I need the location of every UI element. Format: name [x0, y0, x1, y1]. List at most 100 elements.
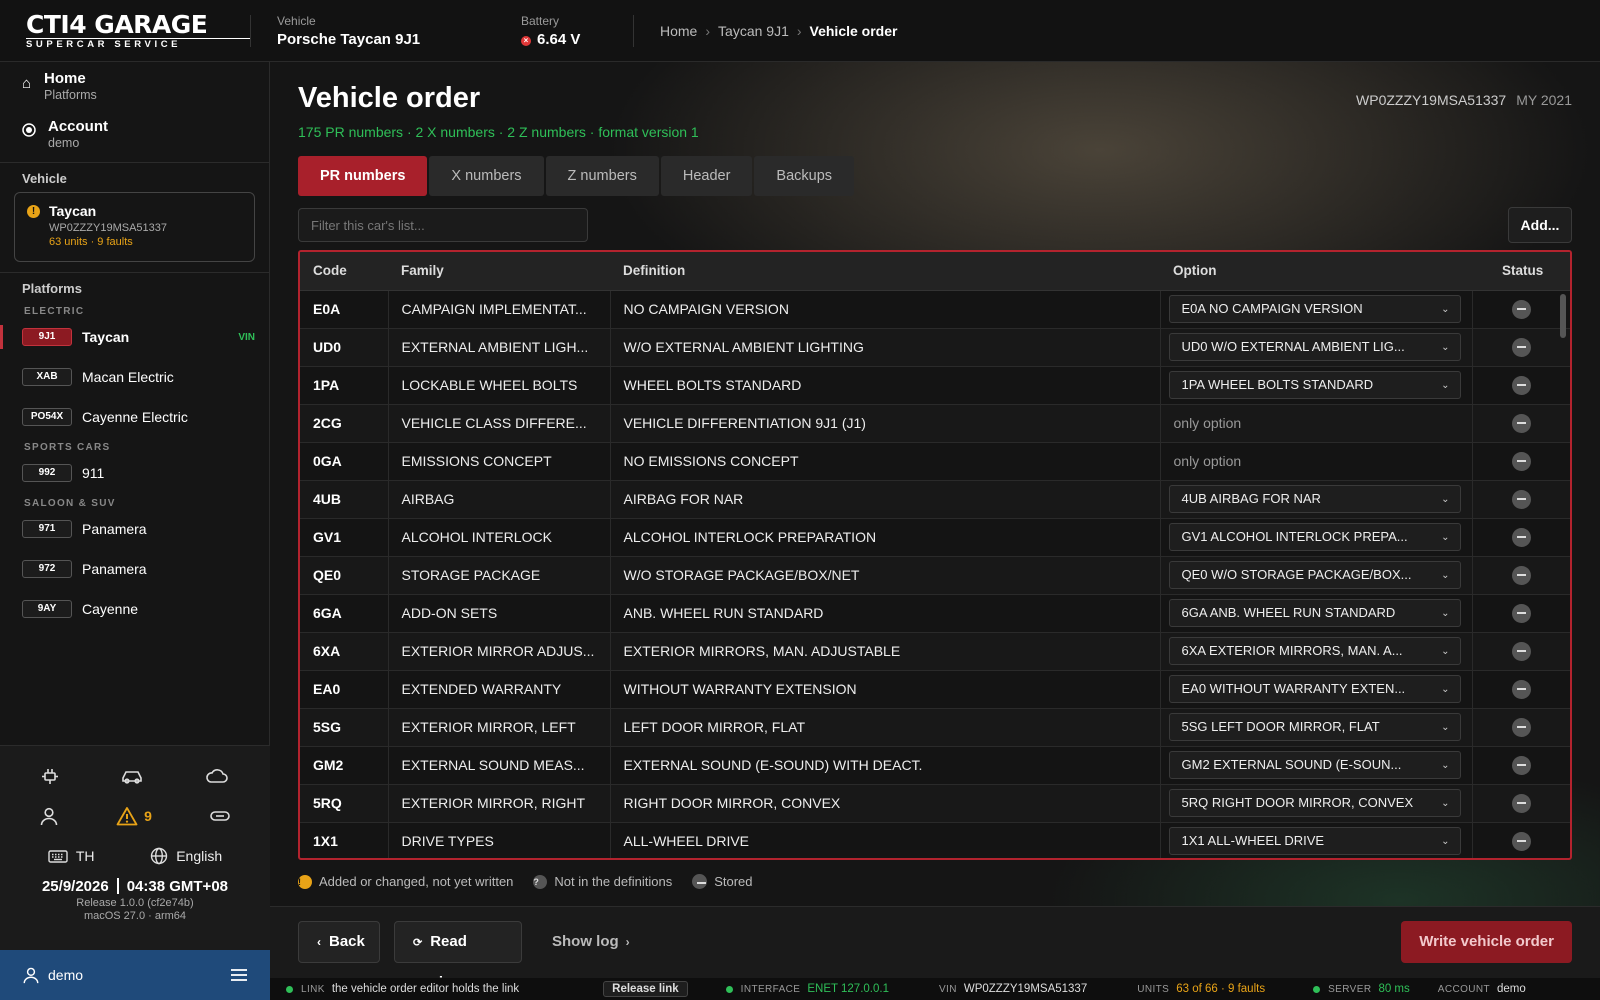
cell-family: ALCOHOL INTERLOCK	[388, 518, 611, 557]
platform-panamera-972[interactable]: 972 Panamera	[0, 549, 269, 589]
user-icon[interactable]	[39, 806, 59, 826]
platform-name: Macan Electric	[82, 369, 174, 385]
table-row[interactable]: 1PA LOCKABLE WHEEL BOLTS WHEEL BOLTS STAND…	[300, 366, 1570, 405]
home-icon: ⌂	[22, 75, 32, 92]
table-row[interactable]: 1X1 DRIVE TYPES ALL-WHEEL DRIVE 1X1 ALL-WHE…	[300, 822, 1570, 858]
globe-icon	[151, 847, 168, 865]
platform-panamera-971[interactable]: 971 Panamera	[0, 509, 269, 549]
vehicle-card[interactable]: ! Taycan WP0ZZZY19MSA51337 63 units · 9 …	[14, 192, 255, 262]
group-label-sports-cars: SPORTS CARS	[24, 442, 111, 453]
only-option-text: only option	[1173, 453, 1242, 469]
chevron-down-icon: ⌄	[1441, 722, 1450, 733]
cell-option: 1PA WHEEL BOLTS STANDARD ⌄	[1160, 366, 1473, 405]
tab-pr-numbers[interactable]: PR numbers	[298, 156, 428, 196]
platform-taycan[interactable]: 9J1 Taycan VIN	[0, 317, 269, 357]
user-bar[interactable]: demo	[0, 950, 270, 1000]
tab-z-numbers[interactable]: Z numbers	[545, 156, 659, 196]
status-account-key: ACCOUNT	[1437, 983, 1491, 995]
cell-family: EMISSIONS CONCEPT	[388, 442, 611, 481]
platform-911[interactable]: 992 911	[0, 453, 269, 493]
table-row[interactable]: UD0 EXTERNAL AMBIENT LIGH... W/O EXTERNAL …	[300, 328, 1570, 367]
table-row[interactable]: GM2 EXTERNAL SOUND MEAS... EXTERNAL SOUND …	[300, 746, 1570, 785]
battery-info: Battery × 6.64 V	[521, 14, 633, 48]
cell-definition: NO EMISSIONS CONCEPT	[610, 442, 1161, 481]
option-select[interactable]: GM2 EXTERNAL SOUND (E-SOUN... ⌄	[1168, 751, 1461, 779]
cell-definition: EXTERIOR MIRRORS, MAN. ADJUSTABLE	[610, 632, 1161, 671]
table-row[interactable]: 6GA ADD-ON SETS ANB. WHEEL RUN STANDARD 6GA…	[300, 594, 1570, 633]
column-header-option[interactable]: Option	[1160, 252, 1472, 291]
option-select[interactable]: EA0 WITHOUT WARRANTY EXTEN... ⌄	[1168, 675, 1461, 703]
option-select[interactable]: 6XA EXTERIOR MIRRORS, MAN. A... ⌄	[1168, 637, 1461, 665]
table-row[interactable]: 5RQ EXTERIOR MIRROR, RIGHT RIGHT DOOR MIRR…	[300, 784, 1570, 823]
car-icon[interactable]	[120, 767, 144, 785]
vin-tag: VIN	[238, 331, 255, 343]
top-bar: CTI4 GARAGE SUPERCAR SERVICE Vehicle Por…	[0, 0, 1600, 62]
cloud-icon[interactable]	[205, 767, 229, 785]
date-text: 25/9/2026	[41, 878, 109, 895]
column-header-definition[interactable]: Definition	[610, 252, 1160, 291]
warning-icon: !	[27, 205, 40, 218]
platform-cayenne[interactable]: 9AY Cayenne	[0, 589, 269, 629]
table-row[interactable]: 4UB AIRBAG AIRBAG FOR NAR 4UB AIRBAG FOR NA…	[300, 480, 1570, 519]
cell-definition: AIRBAG FOR NAR	[610, 480, 1161, 519]
pending-icon: !	[298, 874, 312, 889]
option-select[interactable]: 1PA WHEEL BOLTS STANDARD ⌄	[1168, 371, 1461, 399]
option-select[interactable]: 1X1 ALL-WHEEL DRIVE ⌄	[1168, 827, 1461, 855]
option-value: 5RQ RIGHT DOOR MIRROR, CONVEX	[1181, 795, 1414, 810]
back-button[interactable]: ‹ Back	[298, 921, 380, 963]
show-log-label: Show log	[552, 933, 619, 950]
nav-home[interactable]: ⌂ Home Platforms	[0, 62, 269, 110]
stored-status-icon	[1511, 527, 1531, 547]
table-row[interactable]: 2CG VEHICLE CLASS DIFFERE... VEHICLE DIFFE…	[300, 404, 1570, 443]
vehicle-section-title: Vehicle	[22, 171, 67, 186]
column-header-status[interactable]: Status	[1472, 252, 1570, 291]
option-select[interactable]: QE0 W/O STORAGE PACKAGE/BOX... ⌄	[1168, 561, 1461, 589]
table-row[interactable]: 6XA EXTERIOR MIRROR ADJUS... EXTERIOR MIRR…	[300, 632, 1570, 671]
cell-option: only option	[1160, 442, 1473, 481]
option-select[interactable]: 4UB AIRBAG FOR NAR ⌄	[1168, 485, 1461, 513]
table-row[interactable]: E0A CAMPAIGN IMPLEMENTAT... NO CAMPAIGN VE…	[300, 290, 1570, 329]
option-select[interactable]: UD0 W/O EXTERNAL AMBIENT LIG... ⌄	[1168, 333, 1461, 361]
column-header-family[interactable]: Family	[388, 252, 610, 291]
table-row[interactable]: EA0 EXTENDED WARRANTY WITHOUT WARRANTY EXT…	[300, 670, 1570, 709]
add-button[interactable]: Add...	[1508, 207, 1572, 243]
write-vehicle-order-button[interactable]: Write vehicle order	[1401, 921, 1572, 963]
tab-x-numbers[interactable]: X numbers	[429, 156, 544, 196]
cell-status	[1472, 632, 1570, 671]
table-row[interactable]: QE0 STORAGE PACKAGE W/O STORAGE PACKAGE/BO…	[300, 556, 1570, 595]
app-logo[interactable]: CTI4 GARAGE SUPERCAR SERVICE	[0, 12, 250, 50]
option-select[interactable]: 5RQ RIGHT DOOR MIRROR, CONVEX ⌄	[1168, 789, 1461, 817]
platform-name: Panamera	[82, 561, 147, 577]
breadcrumb-home[interactable]: Home	[660, 23, 697, 39]
release-link-button[interactable]: Release link	[603, 981, 688, 997]
sidebar-bottom-panel: 9 TH English 25/9/2026 04:38 GMT+08 Relea…	[0, 745, 270, 950]
platform-cayenne-electric[interactable]: PO54X Cayenne Electric	[0, 397, 269, 437]
tab-backups[interactable]: Backups	[754, 156, 855, 196]
platform-macan-electric[interactable]: XAB Macan Electric	[0, 357, 269, 397]
table-row[interactable]: 5SG EXTERIOR MIRROR, LEFT LEFT DOOR MIRROR…	[300, 708, 1570, 747]
option-select[interactable]: 6GA ANB. WHEEL RUN STANDARD ⌄	[1168, 599, 1461, 627]
filter-input[interactable]	[298, 208, 588, 242]
warnings-indicator[interactable]: 9	[116, 806, 152, 826]
table-row[interactable]: 0GA EMISSIONS CONCEPT NO EMISSIONS CONCEPT…	[300, 442, 1570, 481]
chevron-down-icon: ⌄	[1441, 304, 1450, 315]
cell-definition: ALL-WHEEL DRIVE	[610, 822, 1161, 858]
cell-code: 5RQ	[300, 784, 389, 823]
option-select[interactable]: E0A NO CAMPAIGN VERSION ⌄	[1168, 295, 1461, 323]
option-select[interactable]: 5SG LEFT DOOR MIRROR, FLAT ⌄	[1168, 713, 1461, 741]
breadcrumb-vehicle[interactable]: Taycan 9J1	[718, 23, 789, 39]
option-select[interactable]: GV1 ALCOHOL INTERLOCK PREPA... ⌄	[1168, 523, 1461, 551]
legend-notdef: Not in the definitions	[554, 874, 673, 889]
cell-status	[1472, 328, 1570, 367]
show-log-button[interactable]: Show log ›	[552, 921, 630, 963]
link-icon[interactable]	[209, 809, 231, 823]
table-scrollbar[interactable]	[1560, 294, 1566, 338]
nav-account[interactable]: Account demo	[0, 110, 269, 158]
plug-icon[interactable]	[41, 767, 59, 785]
keyboard-layout[interactable]: TH	[48, 848, 95, 864]
language-selector[interactable]: English	[150, 847, 222, 865]
tab-header[interactable]: Header	[660, 156, 753, 196]
column-header-code[interactable]: Code	[300, 252, 388, 291]
read-again-button[interactable]: ⟳Read again	[394, 921, 522, 991]
table-row[interactable]: GV1 ALCOHOL INTERLOCK ALCOHOL INTERLOCK PR…	[300, 518, 1570, 557]
